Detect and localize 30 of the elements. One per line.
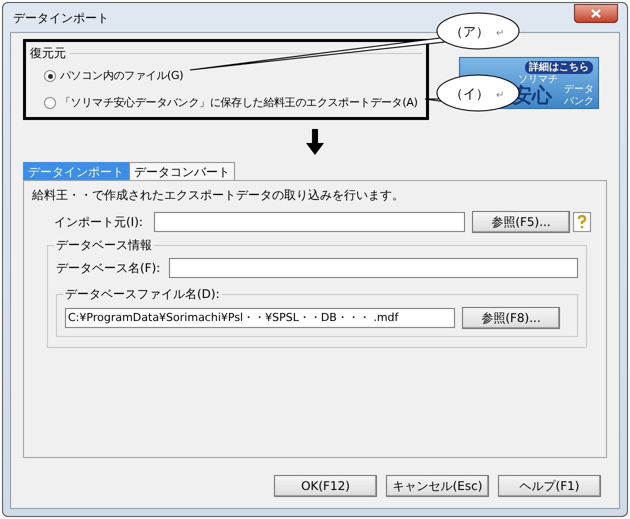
help-button[interactable] (573, 212, 591, 232)
dialog-button[interactable]: キャンセル(Esc) (386, 475, 489, 497)
radio-button[interactable] (44, 96, 56, 109)
description-text: 給料王・・で作成されたエクスポートデータの取り込みを行います。 (32, 187, 405, 204)
dialog-button[interactable]: OK(F12) (274, 475, 377, 497)
group-title: データベース情報 (54, 237, 154, 253)
brand-label: ソリマチ (518, 74, 558, 85)
field-label: データベース名(F): (56, 260, 162, 277)
banner-subtext: バンク (564, 96, 594, 107)
radio-option[interactable]: 「ソリマチ安心データバンク」に保存した給料王のエクスポートデータ(A) (44, 94, 422, 111)
database-file-field[interactable]: C:¥ProgramData¥Sorimachi¥Psl・・¥SPSL・・DB・・・ .mdf (65, 308, 455, 328)
down-arrow-icon (306, 129, 324, 155)
field-label: インポート元(I): (54, 214, 144, 231)
close-button[interactable] (574, 4, 618, 23)
tab[interactable]: データコンバート (129, 162, 235, 180)
browse-button[interactable]: 参照(F5)... (472, 211, 570, 233)
badge-label: 詳細はこちら (525, 61, 593, 74)
group-title: データベースファイル名(D): (63, 286, 222, 302)
dialog-button[interactable]: ヘルプ(F1) (498, 475, 601, 497)
radio-button[interactable] (44, 70, 56, 82)
banner-subtext: データ (564, 84, 594, 95)
close-icon (591, 9, 601, 18)
radio-option[interactable]: パソコン内のファイル(G) (44, 68, 422, 84)
database-name-field[interactable] (169, 258, 578, 278)
question-icon (577, 215, 587, 229)
import-source-field[interactable] (154, 212, 465, 232)
callout-tooltip: （ア） ↵ (190, 12, 520, 70)
browse-button[interactable]: 参照(F8)... (462, 307, 560, 329)
group-title: 復元元 (30, 45, 66, 62)
window-title: データインポート (13, 10, 109, 26)
